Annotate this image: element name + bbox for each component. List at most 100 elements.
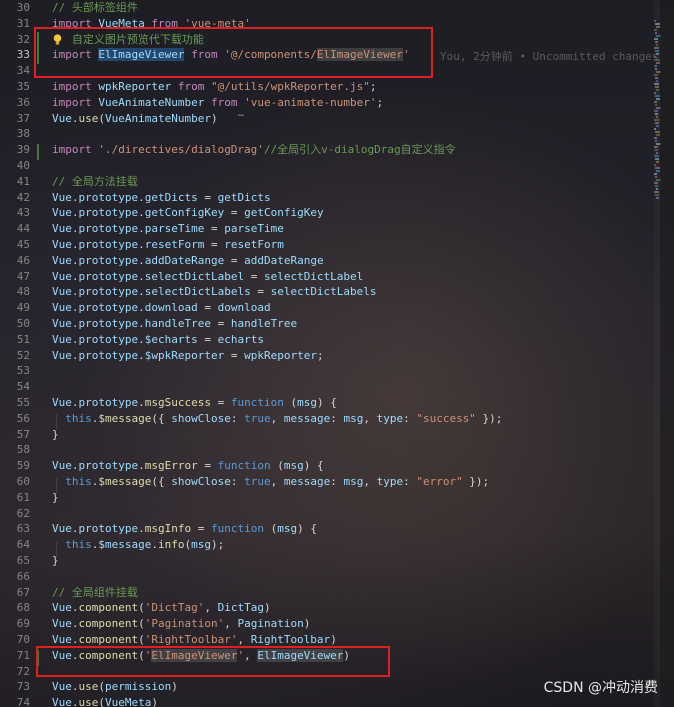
highlight-box-component [36,646,390,677]
code-token: prototype [78,285,139,299]
line-number: 44 [16,222,30,236]
code-token: prototype [78,253,139,267]
code-token: prototype [78,269,139,283]
code-token: Vue [52,111,72,125]
code-token: component [78,617,139,631]
code-token: type [376,475,404,488]
code-token: , [363,475,377,488]
code-token: . [71,269,79,283]
minimap-line [655,194,659,196]
code-token: }); [462,475,490,488]
minimap-line [654,128,656,130]
line-content: Vue.prototype.resetForm = resetForm [52,237,284,253]
code-token: ; [376,95,384,109]
code-token: Vue [52,253,72,267]
code-token: selectDictLabel [144,269,245,283]
minimap-line [654,173,657,175]
code-token: Vue [52,285,72,299]
code-token: . [138,206,145,220]
code-token: . [138,253,145,267]
code-token: ; [316,348,324,362]
minimap-line [656,116,658,118]
hover-ellipsis: … [238,108,245,119]
minimap-line [655,158,659,160]
minimap-line [655,68,657,70]
code-token: . [71,190,79,204]
code-token: = [224,348,245,362]
minimap-line [656,161,659,163]
code-token: : [330,475,344,488]
minimap-line [654,191,659,193]
code-token: = [197,332,218,346]
code-token: ( [263,522,278,536]
line-number: 69 [16,617,30,631]
code-token: = [210,317,231,330]
code-token: . [71,696,79,707]
line-number: 31 [16,16,30,30]
code-token: . [71,332,79,346]
minimap-line [656,188,658,190]
minimap-line [655,140,657,142]
code-token: getDicts [144,190,198,204]
code-token: ); [210,538,225,552]
code-token: getDicts [217,190,271,204]
code-token: use [78,680,99,694]
line-number: 48 [16,285,30,299]
code-token: './directives/dialogDrag' [98,143,264,157]
code-token: } [52,490,59,504]
code-token: . [151,538,158,552]
line-content: Vue.use(VueAnimateNumber) [52,111,218,127]
git-change-marker[interactable] [37,144,39,160]
code-token: ( [98,696,105,707]
watermark: CSDN @冲动消费 [543,680,658,696]
minimap-line [656,125,659,127]
code-token: . [71,301,79,315]
code-token: , [224,617,238,631]
code-token: msgInfo [144,522,192,536]
minimap-line [654,110,658,112]
code-token: , [270,475,284,488]
code-token: ) [171,680,178,694]
line-number: 47 [16,269,30,283]
line-content: Vue.prototype.selectDictLabel = selectDi… [52,269,363,285]
code-token: . [71,222,79,236]
code-token: ) [210,111,218,125]
line-number: 68 [16,601,30,615]
code-token: this [65,411,92,425]
minimap-line [654,182,658,184]
line-number: 54 [16,380,30,394]
minimap-line [654,146,658,148]
code-token: wpkReporter [98,80,172,93]
code-token: . [71,459,79,473]
code-token: Vue [52,522,72,536]
code-token: msgError [144,459,198,473]
line-number: 53 [16,364,30,378]
line-number: 38 [16,127,30,141]
vertical-scrollbar[interactable] [660,0,674,707]
line-number: 72 [16,664,30,678]
line-number: 49 [16,301,30,315]
code-token: Vue [52,190,72,204]
code-token: addDateRange [244,253,324,267]
code-token: = [197,459,218,473]
code-token: $wpkReporter [144,348,225,362]
code-token: $message [98,411,152,425]
code-token: VueAnimateNumber [105,111,211,125]
line-content: Vue.prototype.getDicts = getDicts [52,190,271,206]
code-token: , [204,601,218,615]
code-token: . [71,633,79,646]
line-number: 39 [16,143,30,157]
line-number: 46 [16,253,30,267]
code-token: parseTime [224,222,284,236]
line-content: this.$message({ showClose: true, message… [52,474,489,490]
code-editor[interactable]: 30// 头部标签组件 31 import VueMeta from 'vue-me… [0,0,674,707]
code-token: function [210,522,264,536]
line-number: 62 [16,506,30,520]
code-token: info [157,538,185,552]
code-token: true [244,411,271,425]
code-token: 'RightToolbar' [144,633,238,646]
code-token: ( [138,633,145,646]
code-token: Vue [52,633,72,646]
